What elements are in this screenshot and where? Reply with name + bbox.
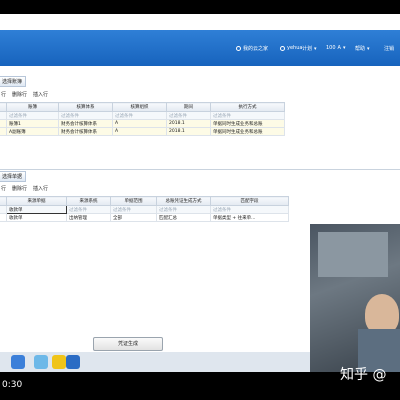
filter-cell[interactable]: 过滤条件 (210, 205, 289, 214)
logout-label: 注销 (384, 46, 395, 52)
table-cell[interactable]: 2018.1 (166, 127, 211, 136)
webcam-overlay (310, 224, 400, 372)
table-cell[interactable]: A (112, 119, 167, 128)
filter-cell[interactable]: 过滤条件 (166, 111, 211, 120)
column-header[interactable]: 单据范围 (110, 196, 157, 206)
user-label: yehua (287, 45, 303, 51)
filter-row: 过滤条件 过滤条件 过滤条件 过滤条件 过滤条件 (0, 111, 285, 120)
column-header[interactable]: 期间 (166, 102, 211, 112)
table-cell[interactable]: 出纳管理 (66, 213, 111, 222)
home-link[interactable]: 我的云之家 (236, 45, 268, 52)
table-cell[interactable]: A (112, 127, 167, 136)
folder-icon[interactable] (52, 355, 66, 369)
table-cell[interactable]: 财务会计核算体系 (58, 119, 113, 128)
presenter-face (365, 294, 399, 334)
table-row[interactable]: 收款单 出纳管理 全部 匹配汇总 单据类型 + 往来单... (0, 213, 289, 222)
top-navigation-bar: 我的云之家 yehua 计划 ▾ 100 A ▾ 帮助 ▾ 注销 (0, 30, 400, 66)
table-cell[interactable]: 2018.1 (166, 119, 211, 128)
media-player-icon[interactable] (66, 355, 80, 369)
org-menu[interactable]: 计划 ▾ (302, 45, 317, 53)
org-label: 计划 (302, 46, 313, 52)
app-icon[interactable] (11, 355, 25, 369)
filter-cell[interactable]: 过滤条件 (110, 205, 157, 214)
filter-row: 收款单 过滤条件 过滤条件 过滤条件 过滤条件 (0, 205, 289, 214)
help-menu[interactable]: 帮助 ▾ (355, 45, 370, 53)
insert-row-button[interactable]: 插入行 (33, 91, 48, 98)
panel-title-documents: 选择单据 (0, 171, 27, 182)
table-cell[interactable]: 单据同时生成业务和总账 (210, 119, 285, 128)
delete-row-button[interactable]: 删除行 (12, 185, 27, 192)
ledger-toolbar: 行 删除行 插入行 (1, 91, 48, 98)
ledger-grid: 账簿 核算体系 核算组织 期间 执行方式 过滤条件 过滤条件 过滤条件 过滤条件… (0, 102, 285, 136)
chevron-down-icon: ▾ (342, 45, 346, 51)
table-cell[interactable]: 财务会计核算体系 (58, 127, 113, 136)
zoom-label: 100 (326, 45, 336, 51)
table-cell[interactable]: A副账簿 (6, 127, 59, 136)
add-row-button[interactable]: 行 (1, 91, 6, 98)
filter-input-source-document[interactable]: 收款单 (6, 205, 67, 214)
time-display: 0:30 (2, 380, 23, 390)
filter-cell[interactable]: 过滤条件 (6, 111, 59, 120)
column-header[interactable]: 执行方式 (210, 102, 285, 112)
table-cell[interactable]: 全部 (110, 213, 157, 222)
filter-cell[interactable]: 过滤条件 (210, 111, 285, 120)
zoom-menu[interactable]: 100 A ▾ (326, 45, 345, 51)
home-label: 我的云之家 (243, 46, 269, 52)
table-cell[interactable]: 单据同时生成业务和总账 (210, 127, 285, 136)
table-cell[interactable]: 账簿1 (6, 119, 59, 128)
documents-grid: 来源单据 来源系统 单据范围 总账凭证生成方式 匹配字段 收款单 过滤条件 过滤… (0, 196, 289, 222)
filter-cell[interactable]: 过滤条件 (66, 205, 111, 214)
column-header[interactable]: 来源系统 (66, 196, 111, 206)
column-header[interactable]: 核算体系 (58, 102, 113, 112)
panel-divider (0, 169, 400, 170)
documents-toolbar: 行 删除行 插入行 (1, 185, 48, 192)
logout-link[interactable]: 注销 (384, 45, 394, 52)
help-label: 帮助 (355, 46, 366, 52)
column-header[interactable]: 匹配字段 (210, 196, 289, 206)
filter-cell[interactable]: 过滤条件 (156, 205, 211, 214)
user-icon (280, 45, 285, 51)
chevron-down-icon: ▾ (314, 45, 317, 52)
generate-voucher-button[interactable]: 凭证生成 (93, 337, 163, 351)
table-cell[interactable]: 单据类型 + 往来单... (210, 213, 289, 222)
home-icon (236, 46, 241, 51)
chevron-down-icon: ▾ (367, 45, 370, 52)
table-cell[interactable]: 匹配汇总 (156, 213, 211, 222)
delete-row-button[interactable]: 删除行 (12, 91, 27, 98)
panel-title-ledger: 选择账簿 (0, 76, 27, 87)
table-cell[interactable]: 收款单 (6, 213, 67, 222)
font-label: A (337, 45, 341, 51)
column-header[interactable]: 核算组织 (112, 102, 167, 112)
column-header[interactable]: 账簿 (6, 102, 59, 112)
user-menu[interactable]: yehua (280, 45, 302, 51)
insert-row-button[interactable]: 插入行 (33, 185, 48, 192)
background-monitor (318, 232, 388, 277)
cloud-icon[interactable] (34, 355, 48, 369)
column-header[interactable]: 来源单据 (6, 196, 67, 206)
add-row-button[interactable]: 行 (1, 185, 6, 192)
table-row[interactable]: 账簿1 财务会计核算体系 A 2018.1 单据同时生成业务和总账 (0, 119, 285, 128)
filter-cell[interactable]: 过滤条件 (58, 111, 113, 120)
filter-cell[interactable]: 过滤条件 (112, 111, 167, 120)
table-row[interactable]: A副账簿 财务会计核算体系 A 2018.1 单据同时生成业务和总账 (0, 127, 285, 136)
column-header[interactable]: 总账凭证生成方式 (156, 196, 211, 206)
watermark: 知乎 @ (340, 367, 387, 383)
